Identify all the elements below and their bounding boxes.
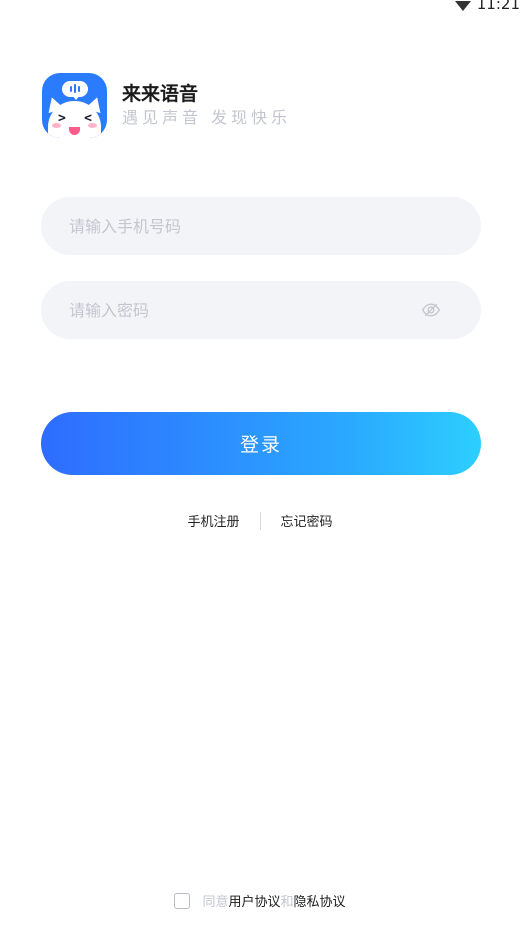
app-slogan: 遇见声音 发现快乐 (122, 107, 292, 127)
cat-mascot-icon: > < (42, 73, 107, 138)
register-link[interactable]: 手机注册 (187, 511, 239, 530)
status-time: 11:21 (476, 0, 520, 13)
login-screen: 11:21 >< 来来语音 遇见声音 发现快乐 登录 (0, 0, 520, 925)
phone-input[interactable] (67, 215, 455, 237)
status-bar: 11:21 (454, 0, 520, 14)
privacy-agreement-link[interactable]: 隐私协议 (294, 891, 346, 910)
agreement-prefix: 同意 (202, 895, 229, 910)
agreement-row: 同意 用户协议 和 隐私协议 (0, 891, 520, 910)
speech-bubble-icon (62, 81, 88, 100)
app-title: 来来语音 (122, 82, 199, 105)
agreement-checkbox[interactable] (174, 892, 191, 909)
brand-text: 来来语音 遇见声音 发现快乐 (122, 82, 291, 130)
user-agreement-link[interactable]: 用户协议 (228, 891, 280, 910)
brand-header: > < 来来语音 遇见声音 发现快乐 (42, 73, 291, 138)
eye-off-icon[interactable] (421, 300, 441, 320)
login-button[interactable]: 登录 (41, 412, 481, 475)
forgot-password-link[interactable]: 忘记密码 (281, 511, 333, 530)
auth-links: 手机注册 忘记密码 (0, 511, 520, 530)
wifi-icon (454, 1, 471, 11)
password-input[interactable] (67, 299, 421, 321)
agreement-conjunction: 和 (280, 895, 294, 910)
phone-field[interactable] (41, 197, 481, 255)
password-field[interactable] (41, 281, 481, 339)
link-divider (259, 511, 261, 530)
